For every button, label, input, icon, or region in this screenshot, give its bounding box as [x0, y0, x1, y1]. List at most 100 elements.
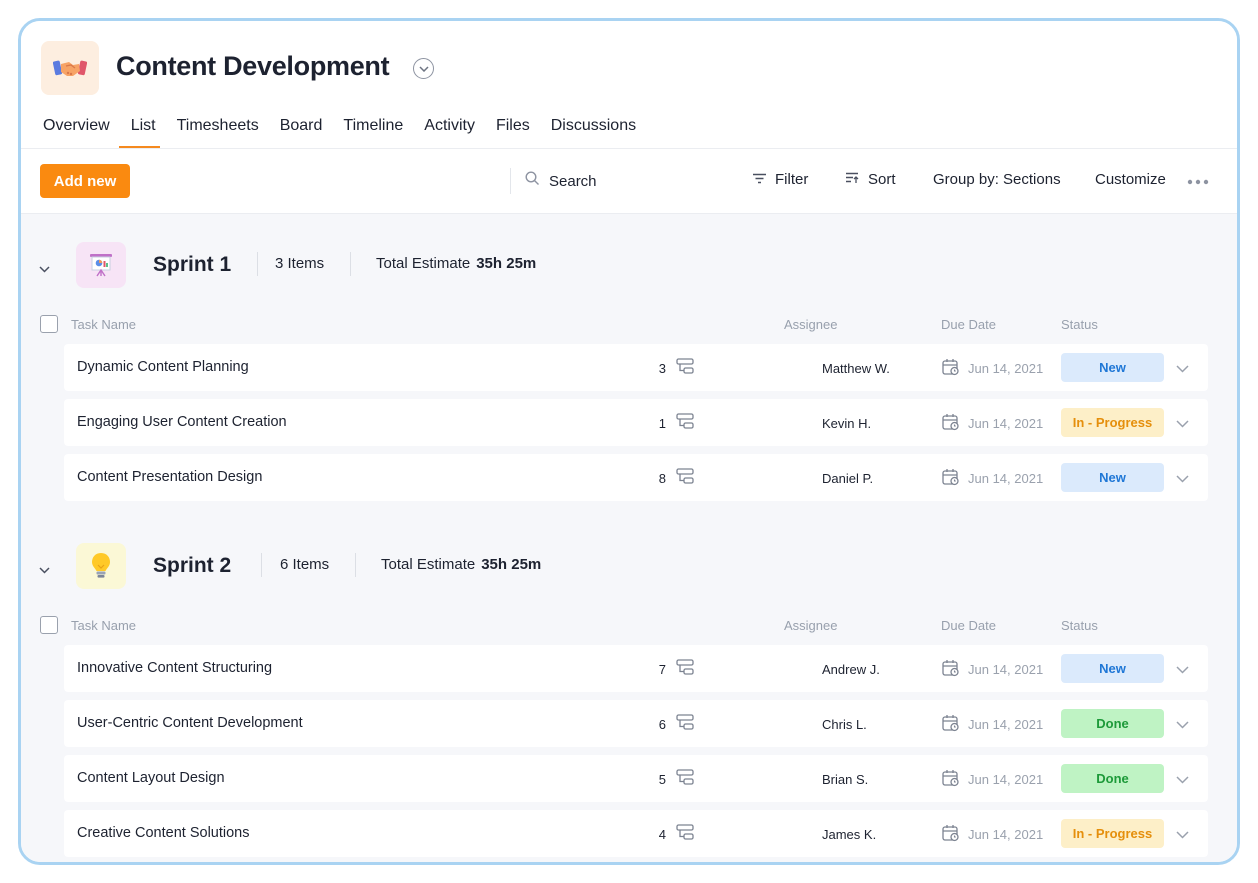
- chevron-down-icon[interactable]: [1176, 826, 1189, 844]
- section-title: Sprint 2: [153, 554, 232, 577]
- table-row[interactable]: Dynamic Content Planning 3 Matthew W. Ju…: [64, 344, 1208, 391]
- divider: [355, 553, 356, 577]
- task-name[interactable]: Dynamic Content Planning: [77, 359, 249, 375]
- column-due-date: Due Date: [941, 618, 996, 633]
- table-row[interactable]: Content Presentation Design 8 Daniel P. …: [64, 454, 1208, 501]
- tab-timesheets[interactable]: Timesheets: [175, 115, 261, 144]
- table-row[interactable]: Engaging User Content Creation 1 Kevin H…: [64, 399, 1208, 446]
- subtask-count: 5: [658, 772, 666, 787]
- task-name[interactable]: Creative Content Solutions: [77, 825, 250, 841]
- subtask-icon: [676, 358, 694, 380]
- subtask-count: 1: [658, 416, 666, 431]
- filter-icon: [752, 171, 767, 188]
- assignee: James K.: [822, 827, 877, 842]
- subtask-count: 7: [658, 662, 666, 677]
- more-options-icon[interactable]: [1187, 179, 1209, 185]
- tab-overview[interactable]: Overview: [41, 115, 112, 144]
- status-badge[interactable]: Done: [1061, 709, 1164, 738]
- project-header: Content Development Overview List Timesh…: [21, 21, 1237, 149]
- table-row[interactable]: Innovative Content Structuring 7 Andrew …: [64, 645, 1208, 692]
- tab-bar: Overview List Timesheets Board Timeline …: [41, 115, 655, 148]
- section-total-estimate: Total Estimate 35h 25m: [381, 556, 541, 573]
- calendar-icon: [942, 413, 960, 436]
- chevron-down-icon[interactable]: [1176, 771, 1189, 789]
- column-due-date: Due Date: [941, 317, 996, 332]
- subtask-icon: [676, 468, 694, 490]
- subtask-icon: [676, 659, 694, 681]
- status-badge[interactable]: Done: [1061, 764, 1164, 793]
- task-name[interactable]: Engaging User Content Creation: [77, 414, 287, 430]
- estimate-label: Total Estimate: [381, 556, 476, 573]
- due-date: Jun 14, 2021: [968, 416, 1044, 431]
- subtask-count: 4: [658, 827, 666, 842]
- status-badge[interactable]: New: [1061, 654, 1164, 683]
- calendar-icon: [942, 468, 960, 491]
- chevron-down-icon[interactable]: [413, 58, 434, 79]
- subtask-count: 6: [658, 717, 666, 732]
- column-header-row: Task Name Assignee Due Date Status: [21, 315, 1237, 339]
- chevron-down-icon[interactable]: [1176, 661, 1189, 679]
- column-assignee: Assignee: [784, 317, 838, 332]
- search-icon: [525, 171, 540, 191]
- task-name[interactable]: Content Presentation Design: [77, 469, 262, 485]
- tab-discussions[interactable]: Discussions: [549, 115, 638, 144]
- assignee: Andrew J.: [822, 662, 880, 677]
- section-item-count: 6 Items: [280, 556, 330, 573]
- subtask-count: 3: [658, 361, 666, 376]
- chevron-down-icon[interactable]: [1176, 360, 1189, 378]
- estimate-value: 35h 25m: [476, 255, 537, 272]
- select-all-checkbox[interactable]: [40, 315, 58, 333]
- section-total-estimate: Total Estimate 35h 25m: [376, 255, 536, 272]
- presentation-icon: [76, 242, 126, 288]
- customize-button[interactable]: Customize: [1095, 171, 1166, 188]
- sort-button[interactable]: Sort: [845, 171, 896, 188]
- sort-icon: [845, 171, 860, 188]
- table-row[interactable]: User-Centric Content Development 6 Chris…: [64, 700, 1208, 747]
- task-list: Sprint 1 3 Items Total Estimate 35h 25m T…: [21, 214, 1237, 862]
- tab-list[interactable]: List: [118, 115, 160, 148]
- assignee: Kevin H.: [822, 416, 872, 431]
- status-badge[interactable]: In - Progress: [1061, 819, 1164, 848]
- chevron-down-icon[interactable]: [39, 260, 50, 278]
- calendar-icon: [942, 659, 960, 682]
- divider: [257, 252, 258, 276]
- subtask-icon: [676, 824, 694, 846]
- tab-activity[interactable]: Activity: [422, 115, 477, 144]
- chevron-down-icon[interactable]: [1176, 415, 1189, 433]
- subtask-icon: [676, 769, 694, 791]
- task-name[interactable]: Content Layout Design: [77, 770, 225, 786]
- add-new-button[interactable]: Add new: [40, 164, 130, 198]
- chevron-down-icon[interactable]: [1176, 470, 1189, 488]
- assignee: Matthew W.: [822, 361, 890, 376]
- table-row[interactable]: Content Layout Design 5 Brian S. Jun 14,…: [64, 755, 1208, 802]
- column-assignee: Assignee: [784, 618, 838, 633]
- column-task-name: Task Name: [71, 618, 137, 633]
- calendar-icon: [942, 358, 960, 381]
- due-date: Jun 14, 2021: [968, 717, 1044, 732]
- table-row[interactable]: Creative Content Solutions 4 James K. Ju…: [64, 810, 1208, 857]
- subtask-icon: [676, 714, 694, 736]
- column-status: Status: [1061, 618, 1098, 633]
- task-name[interactable]: Innovative Content Structuring: [77, 660, 272, 676]
- handshake-icon: [41, 41, 99, 95]
- tab-board[interactable]: Board: [278, 115, 325, 144]
- status-badge[interactable]: In - Progress: [1061, 408, 1164, 437]
- lightbulb-icon: [76, 543, 126, 589]
- subtask-count: 8: [658, 471, 666, 486]
- section-header: Sprint 2 6 Items Total Estimate 35h 25m: [21, 543, 1237, 593]
- select-all-checkbox[interactable]: [40, 616, 58, 634]
- app-window: Content Development Overview List Timesh…: [18, 18, 1240, 865]
- tab-timeline[interactable]: Timeline: [341, 115, 405, 144]
- search-box: [510, 168, 669, 194]
- status-badge[interactable]: New: [1061, 463, 1164, 492]
- chevron-down-icon[interactable]: [1176, 716, 1189, 734]
- group-by-button[interactable]: Group by: Sections: [933, 171, 1061, 188]
- tab-files[interactable]: Files: [494, 115, 532, 144]
- filter-button[interactable]: Filter: [752, 171, 808, 188]
- chevron-down-icon[interactable]: [39, 561, 50, 579]
- search-input[interactable]: [549, 172, 669, 190]
- page-title: Content Development: [116, 51, 390, 81]
- divider: [261, 553, 262, 577]
- status-badge[interactable]: New: [1061, 353, 1164, 382]
- task-name[interactable]: User-Centric Content Development: [77, 715, 303, 731]
